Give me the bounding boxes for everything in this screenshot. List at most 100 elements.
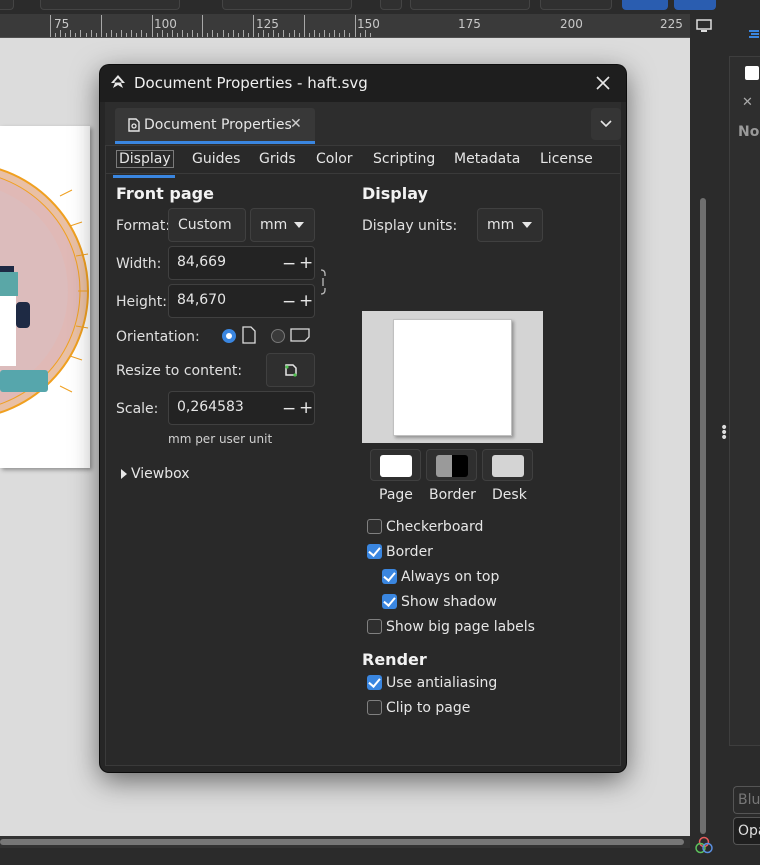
caret-down-icon [294,222,304,228]
ruler-tick [192,30,193,37]
document-properties-icon [128,118,140,136]
landscape-page-icon [290,328,310,346]
tab-document-properties[interactable]: Document Properties ✕ [115,108,315,144]
ruler-tick [217,33,218,37]
decrement-button[interactable]: − [282,254,296,274]
resize-page-icon [284,362,298,382]
tab-color[interactable]: Color [316,151,353,167]
big-page-labels-checkbox[interactable] [367,619,382,634]
dock-tab-label: Document Properties [144,117,292,133]
page-color-button[interactable] [370,449,421,481]
height-spinbox[interactable]: 84,670 − + [168,284,315,318]
ruler-tick [167,33,168,37]
show-shadow-label: Show shadow [401,594,497,610]
toolbar-button[interactable] [540,0,612,10]
ruler-tick [243,30,244,37]
landscape-radio[interactable] [271,329,285,343]
ruler-tick [152,15,153,37]
scale-spinbox[interactable]: 0,264583 − + [168,391,315,425]
status-bar [0,848,716,865]
preview-page [393,319,512,436]
show-shadow-checkbox[interactable] [382,594,397,609]
decrement-button[interactable]: − [282,399,296,419]
color-management-icon[interactable] [695,836,713,858]
tab-license[interactable]: License [540,151,593,167]
horizontal-scrollbar[interactable] [0,836,690,848]
desk-color-button[interactable] [482,449,533,481]
width-label: Width: [116,256,162,272]
ruler-label: 200 [560,17,583,31]
ruler-tick [273,30,274,37]
toolbar-button[interactable] [0,0,14,10]
ruler-tick [212,30,213,37]
ruler-tick [111,30,112,37]
clip-to-page-checkbox[interactable] [367,700,382,715]
format-dropdown[interactable]: Custom [168,208,246,242]
lock-proportions-icon[interactable] [318,268,328,300]
ruler-tick [334,30,335,37]
display-mode-icon[interactable] [692,14,716,38]
opacity-field[interactable]: Opa [733,817,760,845]
ruler-tick [294,30,295,37]
resize-to-content-button[interactable] [266,353,315,387]
border-checkbox[interactable] [367,544,382,559]
ruler-tick [324,30,325,37]
ruler-tick [116,33,117,37]
increment-button[interactable]: + [299,291,313,311]
ruler-tick [182,30,183,37]
dock-menu-button[interactable] [591,108,621,140]
tab-scripting[interactable]: Scripting [373,151,435,167]
toolbar-button[interactable] [674,0,716,10]
panel-tab-icon[interactable] [748,28,760,44]
display-units-dropdown[interactable]: mm [477,208,543,242]
width-spinbox[interactable]: 84,669 − + [168,246,315,280]
property-tabs: Display Guides Grids Color Scripting Met… [106,146,620,178]
panel-checkbox[interactable] [745,66,759,80]
checkerboard-checkbox[interactable] [367,519,382,534]
ruler-tick [131,30,132,37]
ruler-label: 75 [54,17,70,31]
portrait-page-icon [242,326,256,348]
page-preview [362,311,543,443]
resize-to-content-label: Resize to content: [116,363,243,379]
blur-field[interactable]: Blu [733,786,760,814]
ruler-tick [339,33,340,37]
format-unit-dropdown[interactable]: mm [250,208,315,242]
always-on-top-checkbox[interactable] [382,569,397,584]
panel-grip-icon[interactable]: • • • [720,421,728,445]
portrait-radio[interactable] [222,329,236,343]
toolbar-button[interactable] [222,0,352,10]
increment-button[interactable]: + [299,253,313,273]
dialog-titlebar[interactable]: Document Properties - haft.svg [100,65,626,102]
ruler-tick [65,33,66,37]
scale-label: Scale: [116,401,159,417]
front-page-heading: Front page [116,184,214,203]
ruler-tick [80,30,81,37]
tab-guides[interactable]: Guides [192,151,240,167]
ruler-tick [172,30,173,37]
vertical-scrollbar[interactable] [692,38,714,836]
antialiasing-label: Use antialiasing [386,675,498,691]
tab-close-icon[interactable]: ✕ [290,116,302,132]
border-color-button[interactable] [426,449,477,481]
tab-grids[interactable]: Grids [259,151,296,167]
ruler-tick [136,33,137,37]
toolbar-button[interactable] [410,0,530,10]
horizontal-ruler[interactable]: 75 100 125 150 175 200 225 [0,14,690,38]
ruler-tick [177,33,178,37]
close-icon[interactable] [594,74,612,92]
ruler-tick [283,30,284,37]
dialog-title: Document Properties - haft.svg [134,74,368,92]
toolbar-button[interactable] [380,0,402,10]
decrement-button[interactable]: − [282,292,296,312]
toolbar-button[interactable] [622,0,668,10]
ruler-tick [96,33,97,37]
ruler-tick [223,30,224,37]
increment-button[interactable]: + [299,398,313,418]
display-heading: Display [362,184,428,203]
tab-display[interactable]: Display [113,150,175,178]
antialiasing-checkbox[interactable] [367,675,382,690]
toolbar-button[interactable] [40,0,180,10]
tab-metadata[interactable]: Metadata [454,151,520,167]
panel-close-icon[interactable]: ✕ [742,95,753,110]
